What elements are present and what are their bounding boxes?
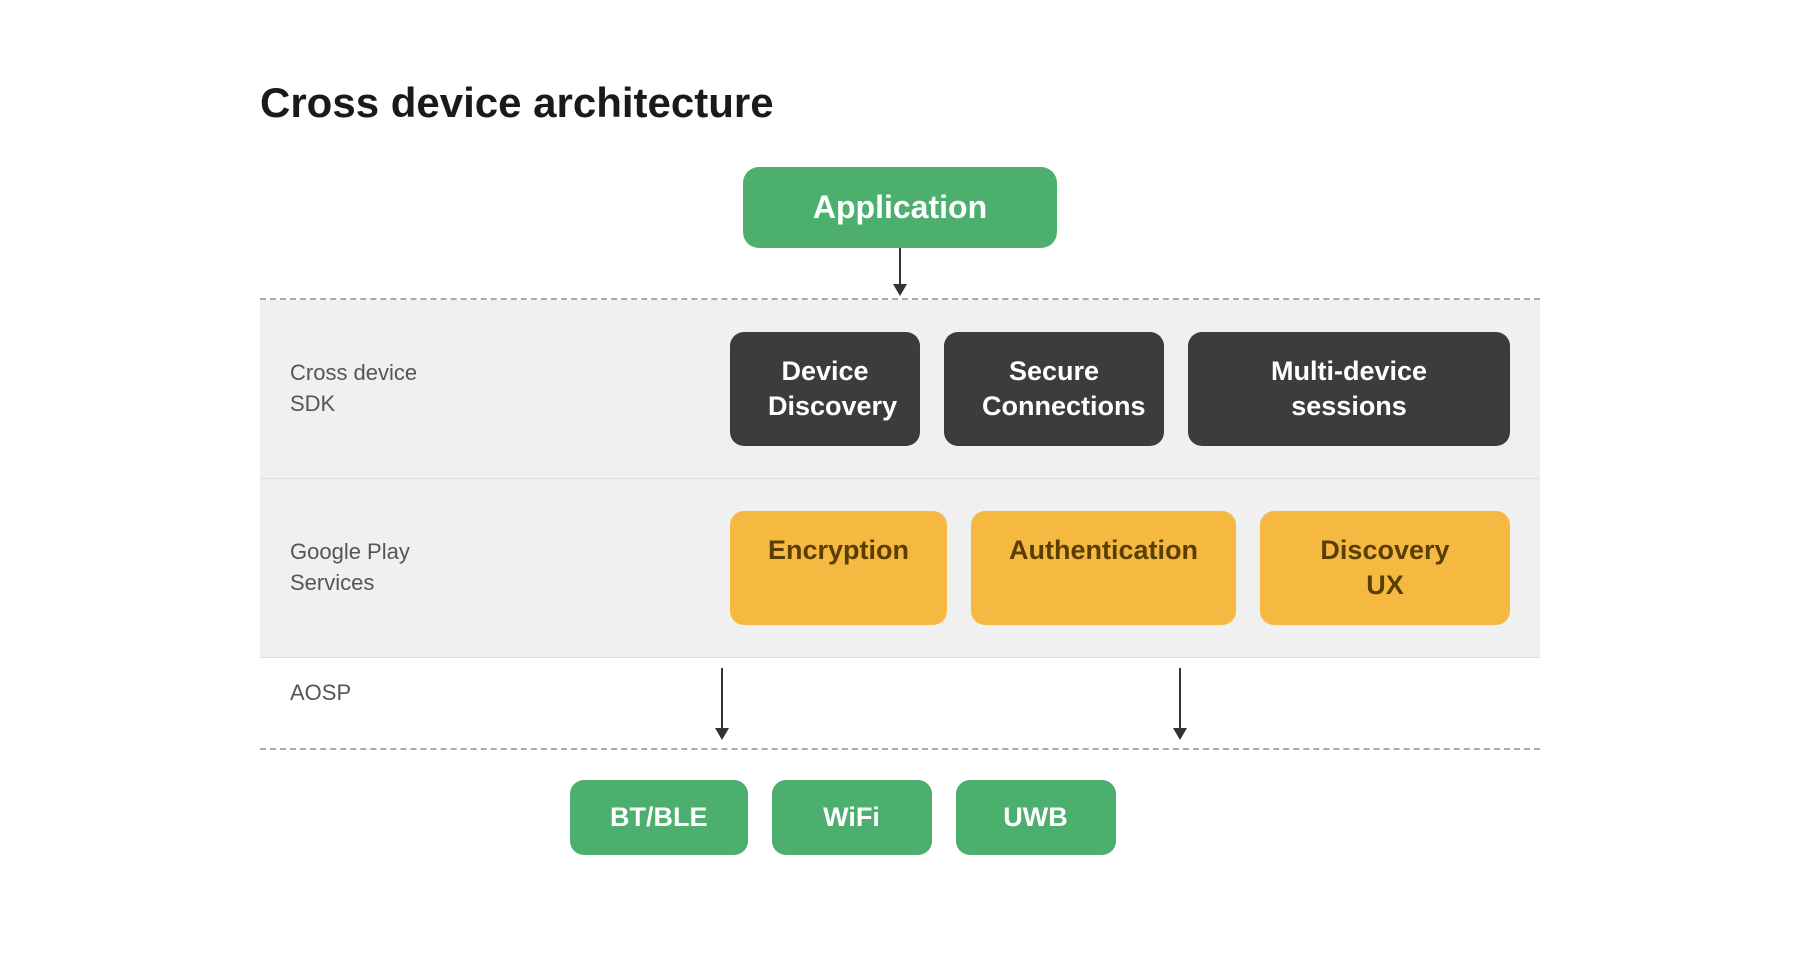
page-title: Cross device architecture [260,79,1540,127]
bt-ble-box: BT/BLE [570,780,748,855]
architecture-diagram: Application Cross deviceSDK DeviceDiscov… [260,167,1540,875]
authentication-box: Authentication [971,511,1236,625]
uwb-box: UWB [956,780,1116,855]
google-play-services-band: Google PlayServices Encryption Authentic… [260,479,1540,658]
multi-device-sessions-box: Multi-device sessions [1188,332,1510,446]
application-box: Application [743,167,1057,248]
cross-device-sdk-band: Cross deviceSDK DeviceDiscovery SecureCo… [260,300,1540,479]
diagram-container: Cross device architecture Application Cr… [200,39,1600,915]
aosp-label: AOSP [290,668,490,709]
bottom-boxes-row: BT/BLE WiFi UWB [500,750,1540,875]
sdk-label: Cross deviceSDK [290,358,490,420]
right-aosp-arrow [1173,668,1187,740]
wifi-box: WiFi [772,780,932,855]
discovery-ux-box: Discovery UX [1260,511,1510,625]
device-discovery-box: DeviceDiscovery [730,332,920,446]
sdk-items: DeviceDiscovery SecureConnections Multi-… [730,332,1510,446]
left-aosp-arrow [715,668,729,740]
secure-connections-box: SecureConnections [944,332,1164,446]
app-to-sdk-arrow [260,248,1540,298]
encryption-box: Encryption [730,511,947,625]
aosp-row: AOSP [260,668,1540,748]
gps-label: Google PlayServices [290,537,490,599]
application-row: Application [260,167,1540,248]
gps-items: Encryption Authentication Discovery UX [730,511,1510,625]
